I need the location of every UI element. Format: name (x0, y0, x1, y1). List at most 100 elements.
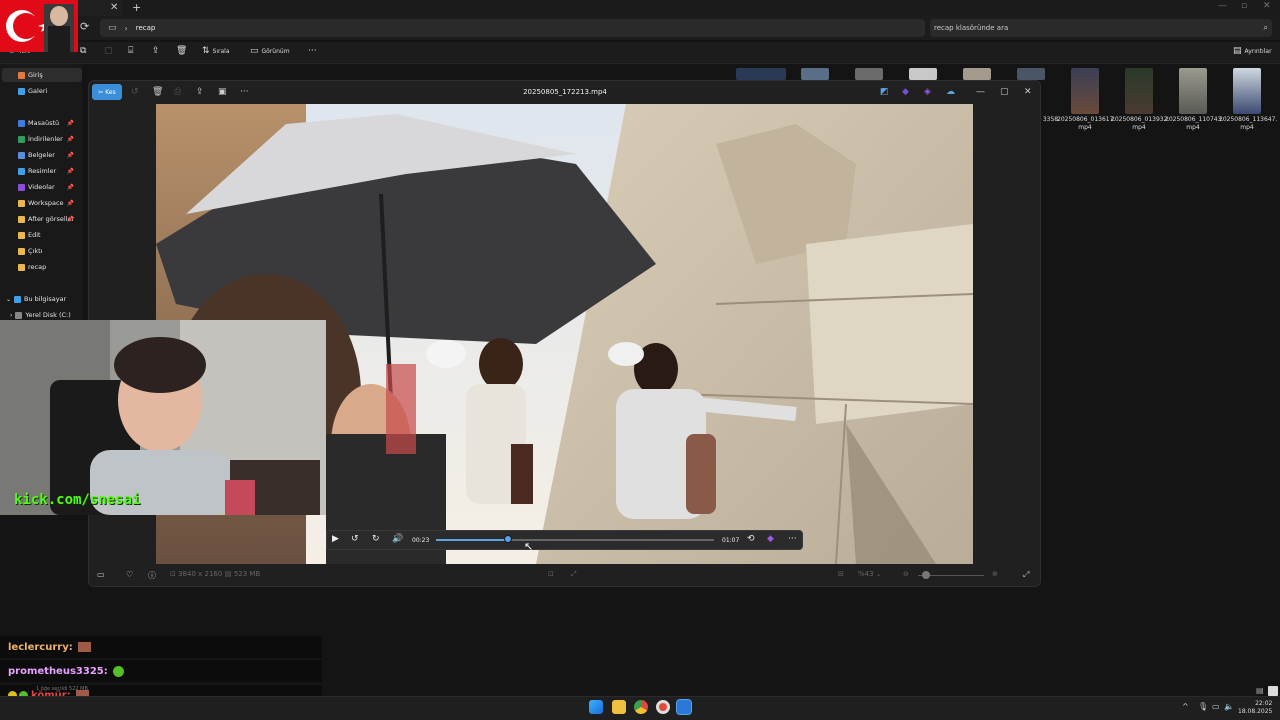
minimize-icon[interactable]: — (976, 87, 985, 97)
compare-icon[interactable]: ⊟ (838, 570, 844, 578)
close-icon[interactable]: ✕ (1024, 87, 1032, 97)
file-thumbnail[interactable] (801, 68, 829, 80)
forward-icon[interactable]: ↻ (372, 534, 380, 544)
sidebar-item[interactable]: Çıktı (0, 244, 80, 258)
fit-icon[interactable]: ⊡ (548, 570, 554, 578)
tiles-view-icon[interactable] (1268, 686, 1278, 696)
clipchamp-icon[interactable]: ◆ (767, 534, 774, 544)
search-input[interactable]: recap klasöründe ara ⌕ (930, 19, 1272, 37)
file-thumbnail[interactable] (1125, 68, 1153, 114)
sidebar-item[interactable]: recap (0, 260, 80, 274)
actual-size-icon[interactable]: ⤢ (571, 570, 577, 579)
copy-icon[interactable]: ⧉ (80, 46, 86, 56)
pin-icon[interactable]: 📌 (67, 200, 74, 207)
clock-date: 18.08.2025 (1238, 708, 1273, 715)
sidebar-item[interactable]: Workspace 📌 (0, 196, 80, 210)
sidebar-item[interactable]: İndirilenler 📌 (0, 132, 80, 146)
rewind-icon[interactable]: ↺ (351, 534, 359, 544)
favorite-icon[interactable]: ♡ (126, 570, 133, 579)
designer-icon[interactable]: ◩ (880, 87, 889, 97)
info-icon[interactable]: ⓘ (148, 570, 156, 581)
microphone-icon[interactable]: 🎙 (1198, 702, 1208, 711)
print-icon[interactable]: ⎙ (174, 87, 181, 97)
kick-url: kick.com/snesai (14, 492, 141, 508)
sort-button[interactable]: ⇅ Sırala (202, 46, 230, 56)
pin-icon[interactable]: 📌 (67, 168, 74, 175)
clock[interactable]: 22:02 18.08.2025 (1238, 700, 1272, 716)
maximize-icon[interactable]: ▢ (1000, 87, 1009, 97)
sidebar-item-home[interactable]: Giriş (2, 68, 82, 82)
slideshow-icon[interactable]: ▣ (218, 87, 227, 97)
paste-icon[interactable]: ▢ (104, 46, 113, 56)
chevron-right-icon: › (124, 23, 128, 33)
sidebar-item[interactable]: After görseller 📌 (0, 212, 80, 226)
sidebar-item-gallery[interactable]: Galeri (0, 84, 80, 98)
zoom-level[interactable]: %43 ⌄ (858, 570, 882, 578)
maximize-icon[interactable]: ▫ (1241, 1, 1247, 11)
rename-icon[interactable]: ⌸ (128, 46, 133, 56)
chevron-up-icon[interactable]: ^ (1182, 702, 1189, 711)
more-icon[interactable]: ··· (788, 534, 797, 544)
pin-icon[interactable]: 📌 (67, 152, 74, 159)
sidebar-item[interactable]: Resimler 📌 (0, 164, 80, 178)
sidebar-item-label: Yerel Disk (C:) (25, 311, 71, 319)
file-thumbnail[interactable] (736, 68, 786, 80)
close-icon[interactable]: ✕ (1263, 1, 1271, 11)
start-icon[interactable] (589, 700, 603, 714)
file-thumbnail[interactable] (1017, 68, 1045, 80)
delete-icon[interactable]: 🗑 (176, 46, 187, 56)
details-view-icon[interactable]: ▤ (1256, 686, 1264, 695)
address-path: recap (135, 24, 156, 32)
share-icon[interactable]: ⇪ (152, 46, 160, 56)
sidebar-item[interactable]: Belgeler 📌 (0, 148, 80, 162)
refresh-icon[interactable]: ⟳ (80, 20, 89, 33)
file-explorer-icon[interactable] (612, 700, 626, 714)
sidebar-item[interactable]: Videolar 📌 (0, 180, 80, 194)
cloud-icon[interactable]: ☁ (946, 87, 955, 97)
effects-icon[interactable]: ◈ (924, 87, 931, 97)
pin-icon[interactable]: 📌 (67, 216, 74, 223)
file-thumbnail[interactable] (963, 68, 991, 80)
file-thumbnail[interactable] (1233, 68, 1261, 114)
details-button[interactable]: ▤ Ayrıntılar (1233, 46, 1272, 56)
clipchamp-icon[interactable]: ◆ (902, 87, 909, 97)
share-icon[interactable]: ⇪ (196, 87, 204, 97)
zoom-in-icon[interactable]: ⊕ (992, 570, 998, 578)
filmstrip-icon[interactable]: ▭ (97, 570, 105, 579)
volume-icon[interactable]: 🔈 (1224, 702, 1234, 711)
play-icon[interactable]: ▶ (332, 534, 339, 544)
edit-button[interactable]: ✂ Kes (92, 84, 122, 100)
obs-icon[interactable] (656, 700, 670, 714)
sidebar-item-label: Bu bilgisayar (24, 295, 67, 303)
loop-icon[interactable]: ⟲ (747, 534, 755, 544)
view-button[interactable]: ▭ Görünüm (250, 46, 290, 56)
tab-close-icon[interactable]: ✕ (110, 2, 118, 13)
sidebar-item[interactable]: Masaüstü 📌 (0, 116, 80, 130)
pin-icon[interactable]: 📌 (67, 120, 74, 127)
more-icon[interactable]: ··· (308, 46, 317, 56)
file-thumbnail[interactable] (909, 68, 937, 80)
zoom-slider-knob[interactable] (922, 571, 930, 579)
pin-icon[interactable]: 📌 (67, 136, 74, 143)
file-thumbnail[interactable] (1071, 68, 1099, 114)
sidebar-item-this-pc[interactable]: ⌄ Bu bilgisayar (0, 292, 80, 306)
edit-label: Kes (105, 88, 116, 96)
more-icon[interactable]: ··· (240, 87, 249, 97)
network-icon[interactable]: ▭ (1212, 702, 1220, 711)
new-tab-icon[interactable]: + (132, 1, 141, 14)
file-thumbnail[interactable] (1179, 68, 1207, 114)
fullscreen-icon[interactable]: ⤢ (1023, 570, 1029, 580)
delete-icon[interactable]: 🗑 (152, 87, 163, 97)
view-icon: ▭ (250, 46, 259, 56)
minimize-icon[interactable]: — (1218, 1, 1227, 11)
pin-icon[interactable]: 📌 (67, 184, 74, 191)
rotate-icon[interactable]: ↺ (131, 87, 139, 97)
chrome-icon[interactable] (634, 700, 648, 714)
sidebar-item[interactable]: Edit (0, 228, 80, 242)
volume-icon[interactable]: 🔊 (392, 534, 403, 544)
file-thumbnail[interactable] (855, 68, 883, 80)
zoom-out-icon[interactable]: ⊖ (903, 570, 909, 578)
address-bar[interactable]: ▭ › recap (100, 19, 925, 37)
search-icon: ⌕ (1263, 23, 1268, 32)
photos-icon[interactable] (676, 699, 692, 715)
